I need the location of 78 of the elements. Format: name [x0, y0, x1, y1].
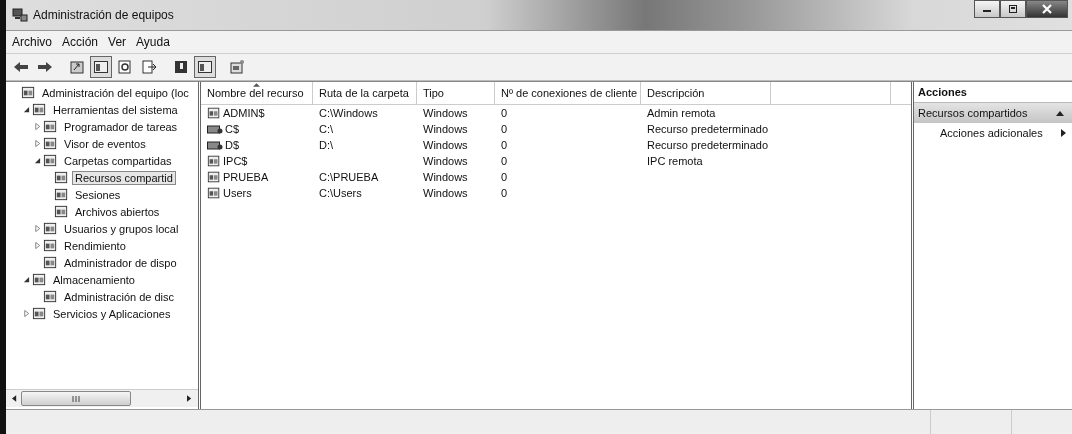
table-cell: Windows [423, 107, 468, 119]
collapsed-arrow-icon[interactable] [34, 140, 41, 147]
tree-item[interactable]: Archivos abiertos [72, 204, 163, 219]
close-button[interactable] [1026, 0, 1068, 18]
tree-item[interactable]: Usuarios y grupos local [61, 221, 182, 236]
table-cell: C:\PRUEBA [319, 171, 379, 183]
tree-item[interactable]: Sesiones [72, 187, 124, 202]
tree-item[interactable]: Recursos compartid [72, 170, 176, 185]
window-title: Administración de equipos [33, 8, 174, 22]
scroll-left-icon[interactable] [12, 395, 17, 402]
collapse-arrow-icon[interactable] [1056, 110, 1064, 116]
action-item[interactable]: Acciones adicionales [914, 123, 1072, 143]
tree-item[interactable]: Herramientas del sistema [50, 102, 181, 117]
menu-item[interactable]: Ver [108, 35, 127, 49]
tree-item[interactable]: Rendimiento [61, 238, 129, 253]
table-cell: Windows [423, 187, 468, 199]
table-cell: Recurso predeterminado [647, 139, 769, 151]
table-cell: Windows [423, 123, 468, 135]
menu-item[interactable]: Ayuda [136, 35, 170, 49]
table-cell: Windows [423, 139, 468, 151]
actions-section-header[interactable]: Recursos compartidos [914, 103, 1072, 123]
collapsed-arrow-icon[interactable] [23, 310, 30, 317]
collapsed-arrow-icon[interactable] [34, 123, 41, 130]
table-cell: 0 [501, 171, 508, 183]
table-cell: 0 [501, 139, 508, 151]
menu-item[interactable]: Archivo [12, 35, 52, 49]
collapsed-arrow-icon[interactable] [34, 225, 41, 232]
table-cell: Users [223, 187, 252, 199]
table-cell: Windows [423, 171, 468, 183]
tree-item[interactable]: Programador de tareas [61, 119, 181, 134]
table-cell: ADMIN$ [223, 107, 265, 119]
tree-item[interactable]: Visor de eventos [61, 136, 149, 151]
table-cell: IPC$ [223, 155, 248, 167]
tree-item[interactable]: Servicios y Aplicaciones [50, 306, 174, 321]
column-header[interactable]: Tipo [417, 82, 495, 104]
maximize-button[interactable] [1000, 0, 1026, 18]
table-cell: D$ [225, 139, 240, 151]
menu-item[interactable]: Acción [62, 35, 99, 49]
column-header[interactable]: Descripción [641, 82, 771, 104]
drive-icon [207, 123, 223, 135]
drive-icon [207, 139, 223, 151]
expanded-arrow-icon[interactable] [23, 276, 30, 283]
table-cell: C:\Windows [319, 107, 378, 119]
column-header[interactable]: Nº de conexiones de cliente [495, 82, 641, 104]
expanded-arrow-icon[interactable] [34, 157, 41, 164]
maximize-icon [1008, 4, 1018, 14]
tree-item[interactable]: Administración de disc [61, 289, 178, 304]
collapsed-arrow-icon[interactable] [34, 242, 41, 249]
scroll-thumb[interactable] [21, 391, 131, 406]
submenu-arrow-icon [1061, 129, 1066, 137]
table-cell: 0 [501, 155, 508, 167]
table-cell: Recurso predeterminado [647, 123, 769, 135]
table-cell: 0 [501, 123, 508, 135]
table-cell: PRUEBA [223, 171, 269, 183]
close-icon [1042, 4, 1052, 14]
table-cell: 0 [501, 187, 508, 199]
tree-item[interactable]: Carpetas compartidas [61, 153, 175, 168]
computer-icon [12, 7, 28, 23]
table-cell: Admin remota [647, 107, 716, 119]
column-header[interactable]: Nombre del recurso [201, 82, 313, 104]
table-cell: C$ [225, 123, 240, 135]
tree-item[interactable]: Administración del equipo (loc [39, 85, 192, 100]
table-cell: C:\ [319, 123, 334, 135]
expanded-arrow-icon[interactable] [23, 106, 30, 113]
column-header[interactable]: Ruta de la carpeta [313, 82, 417, 104]
panel-icon[interactable] [90, 56, 112, 78]
tree-item[interactable]: Almacenamiento [50, 272, 138, 287]
table-cell: IPC remota [647, 155, 703, 167]
tree-item[interactable]: Administrador de dispo [61, 255, 180, 270]
table-cell: 0 [501, 107, 508, 119]
panel-icon[interactable] [194, 56, 216, 78]
table-cell: D:\ [319, 139, 334, 151]
scroll-right-icon[interactable] [187, 395, 192, 402]
table-cell: Windows [423, 155, 468, 167]
horizontal-scrollbar[interactable] [6, 389, 198, 407]
table-cell: C:\Users [319, 187, 362, 199]
minimize-button[interactable] [974, 0, 1000, 18]
grip-icon [71, 395, 81, 402]
